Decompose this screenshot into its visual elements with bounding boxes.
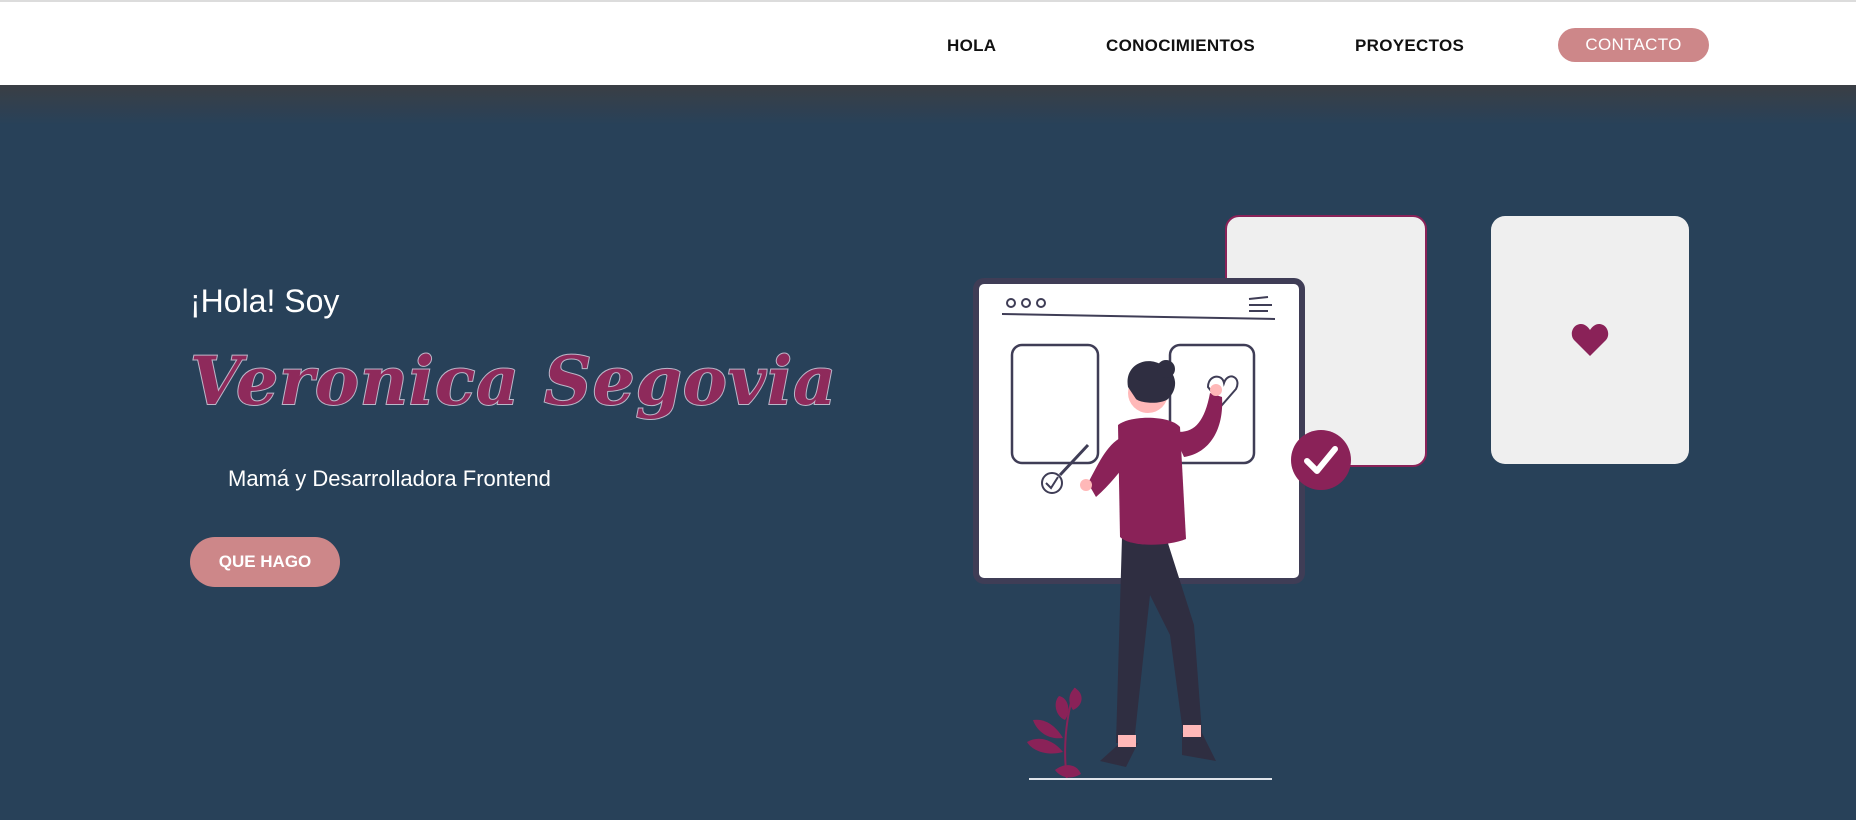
heart-icon xyxy=(1571,324,1609,356)
hero-name: Veronica Segovia xyxy=(189,341,837,421)
woman-at-board-illustration xyxy=(973,278,1305,767)
check-icon xyxy=(1291,430,1351,490)
ground-line xyxy=(1029,778,1272,780)
plant-icon xyxy=(1027,687,1082,780)
que-hago-button[interactable]: QUE HAGO xyxy=(190,537,340,587)
navbar-shadow xyxy=(0,85,1856,125)
nav-link-hola[interactable]: HOLA xyxy=(947,36,996,56)
nav-link-proyectos[interactable]: PROYECTOS xyxy=(1355,36,1464,56)
hero-greeting: ¡Hola! Soy xyxy=(190,283,340,319)
navbar: HOLA CONOCIMIENTOS PROYECTOS CONTACTO xyxy=(0,2,1856,85)
illustration-card-heart xyxy=(1491,216,1689,464)
contact-button[interactable]: CONTACTO xyxy=(1558,28,1709,62)
nav-link-conocimientos[interactable]: CONOCIMIENTOS xyxy=(1106,36,1255,56)
hero-subtitle: Mamá y Desarrolladora Frontend xyxy=(228,466,551,491)
